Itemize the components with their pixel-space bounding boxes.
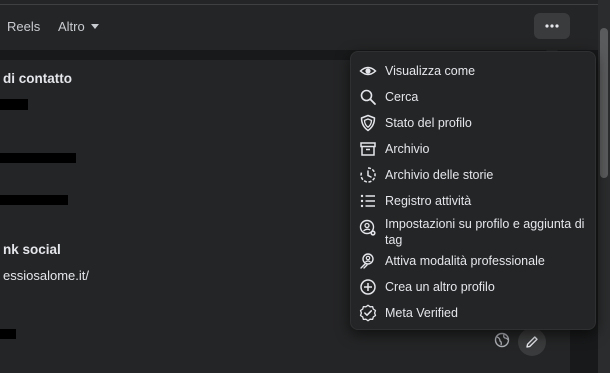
menu-item-archivio-storie[interactable]: Archivio delle storie [359, 166, 589, 184]
menu-item-label: Impostazioni su profilo e aggiunta di ta… [385, 217, 585, 247]
eye-icon [359, 62, 377, 80]
history-icon [359, 166, 377, 184]
verified-badge-icon [359, 304, 377, 322]
redacted-block [0, 329, 16, 339]
more-options-menu: Visualizza come Cerca Stato del profilo … [350, 51, 596, 330]
social-links-title: nk social [3, 242, 61, 257]
globe-privacy-icon[interactable] [494, 332, 510, 348]
shield-icon [359, 114, 377, 132]
menu-item-label: Archivio [385, 142, 430, 156]
tab-altro[interactable]: Altro [58, 19, 99, 35]
menu-item-label: Attiva modalità professionale [385, 254, 545, 268]
caret-down-icon [90, 24, 99, 29]
professional-icon [359, 252, 377, 270]
profile-settings-icon [359, 219, 377, 237]
menu-item-label: Meta Verified [385, 306, 458, 320]
more-dots-icon [545, 24, 559, 28]
search-icon [359, 88, 377, 106]
menu-item-label: Archivio delle storie [385, 168, 494, 182]
divider [0, 4, 598, 5]
edit-button[interactable] [518, 328, 546, 356]
more-options-button[interactable] [534, 13, 570, 39]
plus-circle-icon [359, 278, 377, 296]
list-icon [359, 192, 377, 210]
redacted-block [0, 195, 68, 205]
scrollbar-thumb[interactable] [600, 28, 608, 178]
menu-item-label: Visualizza come [385, 64, 476, 78]
tab-altro-label: Altro [58, 19, 85, 34]
contact-info-title: di contatto [3, 71, 72, 86]
menu-item-impostazioni-profilo[interactable]: Impostazioni su profilo e aggiunta di ta… [359, 216, 589, 248]
redacted-block [0, 99, 28, 110]
menu-item-crea-profilo[interactable]: Crea un altro profilo [359, 278, 589, 296]
menu-item-meta-verified[interactable]: Meta Verified [359, 304, 589, 322]
menu-item-label: Registro attività [385, 194, 472, 208]
menu-item-archivio[interactable]: Archivio [359, 140, 589, 158]
redacted-block [0, 153, 76, 163]
menu-item-label: Crea un altro profilo [385, 280, 495, 294]
pencil-icon [526, 336, 538, 348]
menu-item-label: Cerca [385, 90, 419, 104]
menu-item-cerca[interactable]: Cerca [359, 88, 589, 106]
archive-icon [359, 140, 377, 158]
menu-item-registro-attivita[interactable]: Registro attività [359, 192, 589, 210]
menu-item-modalita-professionale[interactable]: Attiva modalità professionale [359, 252, 589, 270]
profile-tabs-bar: Reels Altro [0, 0, 598, 50]
menu-item-stato-profilo[interactable]: Stato del profilo [359, 114, 589, 132]
website-link[interactable]: essiosalome.it/ [3, 268, 89, 283]
menu-item-visualizza-come[interactable]: Visualizza come [359, 62, 589, 80]
tab-reels[interactable]: Reels [7, 19, 40, 35]
menu-item-label: Stato del profilo [385, 116, 472, 130]
